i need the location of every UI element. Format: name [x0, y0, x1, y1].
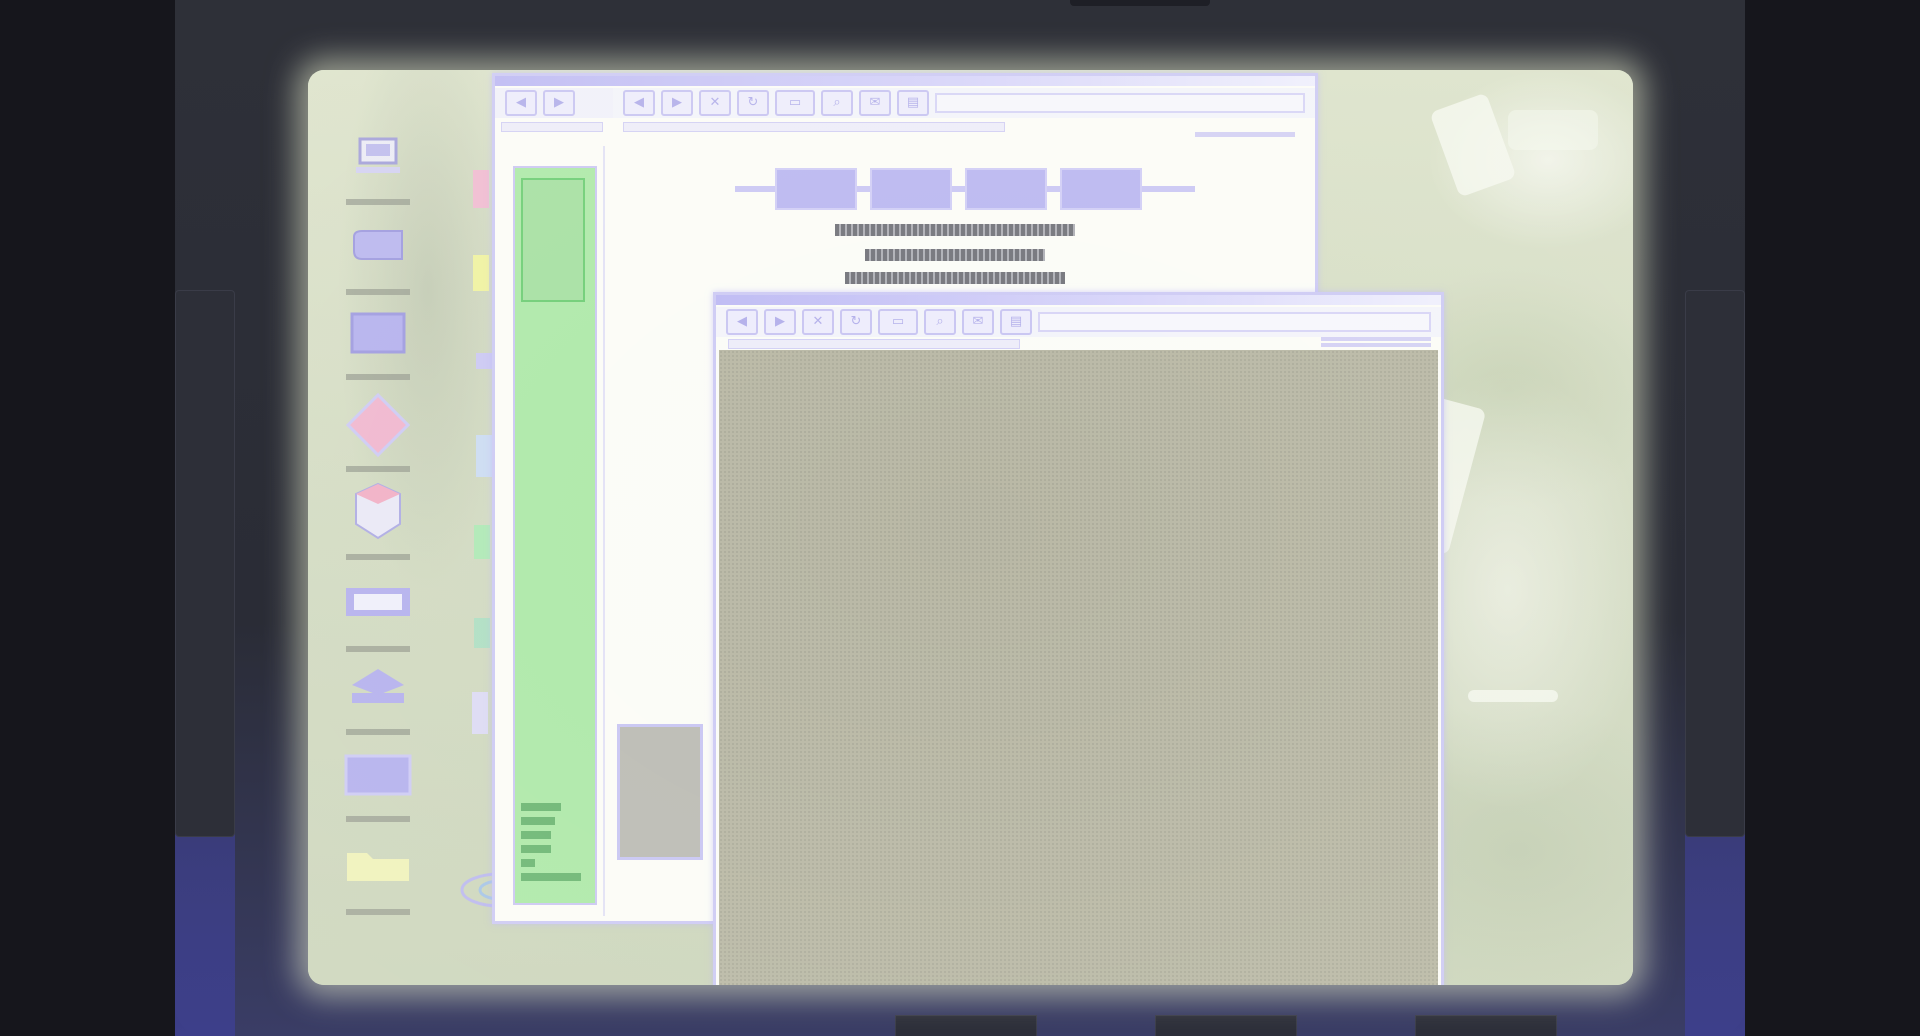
body-text-line [835, 224, 1075, 236]
bezel-side-panel-left [175, 290, 235, 837]
window-status-indicator [1195, 132, 1295, 137]
window-content-area[interactable] [719, 350, 1438, 985]
icon-caption [346, 374, 410, 380]
desktop-icon-diamond[interactable] [338, 392, 418, 472]
browser-window-front[interactable]: ◀ ▶ ✕ ↻ ▭ ⌕ ✉ ▤ [713, 292, 1444, 985]
partial-icon[interactable] [474, 618, 490, 648]
icon-caption [346, 729, 410, 735]
address-field[interactable] [935, 93, 1305, 113]
window-titlebar[interactable] [495, 76, 1315, 86]
computer-icon [356, 137, 400, 173]
desktop-icon-folder[interactable] [338, 845, 418, 915]
url-bar[interactable] [728, 339, 1020, 349]
stack-icon [352, 669, 404, 703]
panel-preview-slot[interactable] [521, 178, 585, 302]
tab-3[interactable] [965, 168, 1047, 210]
print-icon[interactable]: ▤ [897, 90, 929, 116]
desktop-icon-keyboard[interactable] [338, 582, 418, 652]
bezel-side-panel-right [1685, 290, 1745, 837]
close-x-icon[interactable]: ✕ [699, 90, 731, 116]
refresh-icon[interactable]: ↻ [737, 90, 769, 116]
main-toolbar: ◀ ▶ ✕ ↻ ▭ ⌕ ✉ ▤ [613, 88, 1315, 118]
partial-icon[interactable] [476, 353, 492, 369]
search-icon[interactable]: ⌕ [821, 90, 853, 116]
nav-subbar [501, 122, 603, 132]
icon-caption [346, 554, 410, 560]
icon-caption [346, 646, 410, 652]
print-icon[interactable]: ▤ [1000, 309, 1032, 335]
mail-icon[interactable]: ✉ [859, 90, 891, 116]
desktop-icon-box[interactable] [338, 480, 418, 560]
mail-icon[interactable]: ✉ [962, 309, 994, 335]
forward-arrow-icon[interactable]: ▶ [661, 90, 693, 116]
bezel-button[interactable] [1155, 1015, 1297, 1036]
window-icon [344, 754, 412, 796]
panel-divider [603, 146, 605, 916]
folder-icon [347, 853, 409, 881]
panel-readout [521, 797, 583, 881]
refresh-icon[interactable]: ↻ [840, 309, 872, 335]
bezel-notch [1070, 0, 1210, 6]
icon-caption [346, 199, 410, 205]
forward-arrow-icon[interactable]: ▶ [543, 90, 575, 116]
box-icon [355, 482, 401, 540]
main-toolbar: ◀ ▶ ✕ ↻ ▭ ⌕ ✉ ▤ [716, 307, 1441, 337]
forward-arrow-icon[interactable]: ▶ [764, 309, 796, 335]
desktop-icon-stack[interactable] [338, 665, 418, 735]
icon-caption [346, 466, 410, 472]
monitor-screen: ◀ ▶ ◀ ▶ ✕ ↻ ▭ ⌕ ✉ ▤ ◀ ▶ ✕ ↻ ▭ ⌕ ✉ ▤ [308, 70, 1633, 985]
desktop-icon-window[interactable] [338, 752, 418, 822]
tab-1[interactable] [775, 168, 857, 210]
icon-caption [346, 289, 410, 295]
thumbnail-preview[interactable] [617, 724, 703, 860]
partial-icon[interactable] [473, 170, 489, 208]
window-status-indicator [1321, 335, 1431, 349]
desktop-icon-disk[interactable] [338, 225, 418, 295]
disk-icon [353, 230, 403, 260]
home-icon[interactable]: ▭ [878, 309, 918, 335]
close-x-icon[interactable]: ✕ [802, 309, 834, 335]
partial-icon[interactable] [473, 255, 489, 291]
tab-strip [735, 168, 1195, 210]
partial-icon[interactable] [472, 692, 488, 734]
tab-2[interactable] [870, 168, 952, 210]
search-icon[interactable]: ⌕ [924, 309, 956, 335]
body-text-line [845, 272, 1065, 284]
side-panel [513, 166, 597, 905]
tab-4[interactable] [1060, 168, 1142, 210]
home-icon[interactable]: ▭ [775, 90, 815, 116]
back-arrow-icon[interactable]: ◀ [726, 309, 758, 335]
bezel-button[interactable] [895, 1015, 1037, 1036]
diamond-icon [345, 392, 411, 458]
nav-toolbar: ◀ ▶ [495, 88, 615, 118]
back-arrow-icon[interactable]: ◀ [505, 90, 537, 116]
desktop-icon-monitor[interactable] [338, 310, 418, 380]
partial-icon[interactable] [474, 525, 490, 559]
icon-caption [346, 816, 410, 822]
body-text-line [865, 249, 1045, 261]
bezel-button[interactable] [1415, 1015, 1557, 1036]
monitor-icon [350, 312, 406, 354]
address-field[interactable] [1038, 312, 1431, 332]
back-arrow-icon[interactable]: ◀ [623, 90, 655, 116]
window-titlebar[interactable] [716, 295, 1441, 305]
url-bar[interactable] [623, 122, 1005, 132]
desktop-icon-computer[interactable] [338, 135, 418, 205]
icon-caption [346, 909, 410, 915]
partial-icon[interactable] [476, 435, 492, 477]
keyboard-icon [346, 588, 410, 616]
